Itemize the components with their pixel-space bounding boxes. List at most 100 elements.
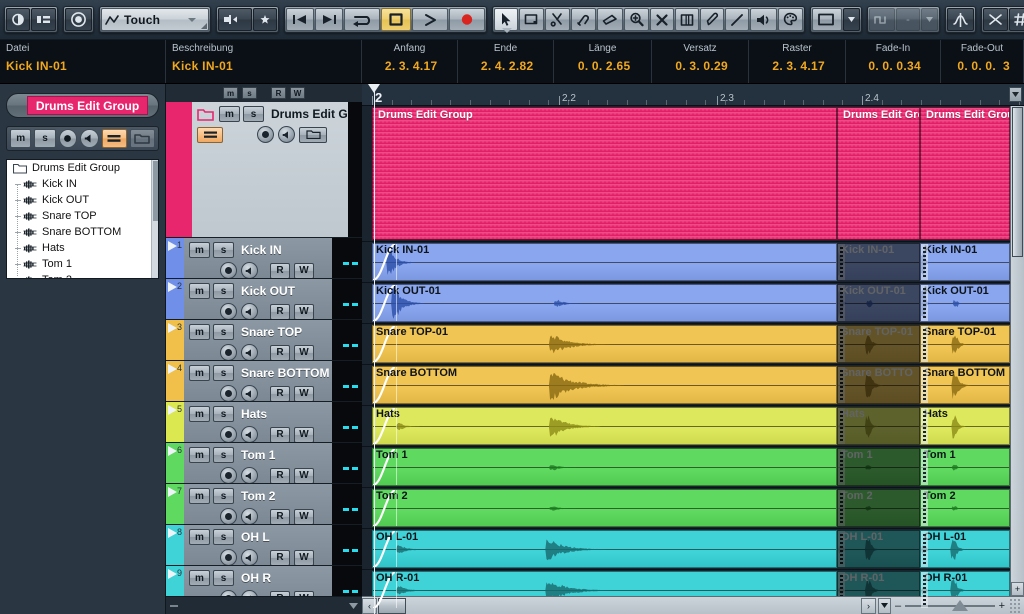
ruler-dropdown-button[interactable] — [1009, 87, 1022, 102]
track-open-folder-button[interactable] — [299, 126, 327, 143]
event-edit-handle[interactable] — [921, 326, 928, 362]
cycle-button[interactable] — [344, 8, 380, 31]
inspector-child-row[interactable]: Kick IN — [7, 176, 158, 192]
audio-event[interactable]: Tom 1 — [837, 448, 920, 486]
inspector-record-enable-button[interactable] — [58, 129, 78, 148]
line-tool[interactable] — [725, 8, 749, 31]
erase-tool[interactable] — [597, 8, 623, 31]
audio-event[interactable]: OH L-01 — [372, 530, 837, 568]
scroll-right-button[interactable]: › — [861, 597, 876, 614]
track-record-enable-button[interactable] — [220, 549, 237, 565]
cursor-head-icon[interactable] — [368, 84, 380, 93]
event-edit-handle[interactable] — [838, 531, 845, 567]
track-lane[interactable]: Snare TOP-01 Snare TOP-01 Snare TOP-01 — [362, 324, 1024, 365]
info-field-laenge[interactable]: Länge 0. 0. 2. 65 — [554, 40, 652, 83]
track-record-enable-button[interactable] — [220, 344, 237, 360]
track-write-automation-button[interactable]: W — [294, 344, 314, 360]
draw-tool[interactable] — [700, 8, 724, 31]
event-edit-handle[interactable] — [838, 244, 845, 280]
inspector-edit-channel-button[interactable] — [101, 129, 127, 148]
global-solo-button[interactable]: s — [242, 87, 257, 99]
track-solo-button[interactable]: s — [213, 365, 234, 381]
zoom-slider[interactable] — [905, 599, 995, 611]
event-edit-handle[interactable] — [921, 572, 928, 608]
track-mute-button[interactable]: m — [189, 242, 210, 258]
nudge-left-button[interactable] — [218, 8, 252, 31]
vertical-scrollbar[interactable]: + — [1010, 106, 1024, 596]
track-read-automation-button[interactable]: R — [270, 344, 290, 360]
play-button[interactable] — [412, 8, 448, 31]
inspector-solo-button[interactable]: s — [34, 129, 56, 148]
track-mute-button[interactable]: m — [189, 488, 210, 504]
track-monitor-button[interactable] — [241, 549, 258, 565]
info-value-fade-out[interactable]: 0. 0. 0. 3 — [954, 59, 1010, 74]
track-expand-arrow-icon[interactable] — [168, 323, 177, 333]
track-color-strip[interactable]: 3 — [166, 320, 184, 360]
folder-part[interactable]: Drums Edit Grou — [920, 107, 1010, 240]
track-monitor-button[interactable] — [241, 303, 258, 319]
snap-toggle-button[interactable] — [947, 8, 974, 31]
info-field-datei[interactable]: Datei Kick IN-01 — [0, 40, 166, 83]
info-field-fade-in[interactable]: Fade-In 0. 0. 0. 34 — [846, 40, 941, 83]
resize-grip-icon[interactable] — [1009, 597, 1022, 614]
track-color-strip[interactable]: 7 — [166, 484, 184, 524]
track-expand-arrow-icon[interactable] — [168, 364, 177, 374]
track-write-automation-button[interactable]: W — [294, 549, 314, 565]
resize-corner-icon[interactable] — [201, 23, 207, 29]
track-lane[interactable]: OH L-01 OH L-01 OH L-01 — [362, 529, 1024, 570]
global-write-button[interactable]: W — [290, 87, 305, 99]
track-header[interactable]: 2 m s Kick OUT R W — [166, 279, 362, 320]
track-read-automation-button[interactable]: R — [270, 385, 290, 401]
inspector-track-list[interactable]: Drums Edit Group Kick IN Kick OUT Snare TO… — [6, 159, 159, 279]
track-color-strip[interactable] — [166, 102, 192, 237]
track-read-automation-button[interactable]: R — [270, 508, 290, 524]
track-mute-button[interactable]: m — [189, 365, 210, 381]
event-edit-handle[interactable] — [921, 490, 928, 526]
track-solo-button[interactable]: s — [213, 488, 234, 504]
inspector-open-folder-button[interactable] — [129, 129, 155, 148]
event-edit-handle[interactable] — [921, 244, 928, 280]
track-write-automation-button[interactable]: W — [294, 508, 314, 524]
track-record-enable-button[interactable] — [220, 385, 237, 401]
playback-cursor[interactable] — [368, 84, 380, 614]
audio-event[interactable]: Tom 1 — [920, 448, 1010, 486]
track-monitor-button[interactable] — [241, 262, 258, 278]
audio-event[interactable]: Kick OUT-01 — [837, 284, 920, 322]
audio-event[interactable]: Kick IN-01 — [372, 243, 837, 281]
audio-event[interactable]: Tom 2 — [920, 489, 1010, 527]
track-record-enable-button[interactable] — [220, 303, 237, 319]
audio-event[interactable]: Snare BOTTOM — [920, 366, 1010, 404]
track-expand-arrow-icon[interactable] — [168, 405, 177, 415]
inspector-child-row[interactable]: Tom 2 — [7, 272, 158, 278]
scroll-down-button[interactable]: + — [1011, 582, 1024, 596]
track-expand-arrow-icon[interactable] — [168, 446, 177, 456]
info-field-raster[interactable]: Raster 2. 3. 4. 17 — [749, 40, 846, 83]
goto-end-button[interactable] — [315, 8, 343, 31]
track-expand-arrow-icon[interactable] — [168, 241, 177, 251]
info-value-ende[interactable]: 2. 4. 2. 82 — [478, 59, 534, 74]
track-header[interactable]: 4 m s Snare BOTTOM R W — [166, 361, 362, 402]
record-button[interactable] — [449, 8, 485, 31]
info-field-ende[interactable]: Ende 2. 4. 2. 82 — [458, 40, 554, 83]
inspector-track-name-pill[interactable]: Drums Edit Group — [27, 96, 148, 115]
quantize-shape-button[interactable] — [869, 8, 895, 31]
audio-event[interactable]: Hats — [372, 407, 837, 445]
zoom-preset-dropdown[interactable] — [878, 597, 891, 614]
track-color-strip[interactable]: 6 — [166, 443, 184, 483]
track-color-strip[interactable]: 4 — [166, 361, 184, 401]
event-edit-handle[interactable] — [921, 285, 928, 321]
info-field-fade-out[interactable]: Fade-Out 0. 0. 0. 3 — [941, 40, 1024, 83]
part-color-button[interactable] — [812, 8, 842, 31]
track-solo-button[interactable]: s — [213, 447, 234, 463]
track-color-strip[interactable]: 1 — [166, 238, 184, 278]
audio-event[interactable]: Snare BOTTO — [837, 366, 920, 404]
show-overview-button[interactable] — [31, 8, 56, 31]
nudge-right-button[interactable] — [253, 8, 277, 31]
inspector-child-row[interactable]: Hats — [7, 240, 158, 256]
track-write-automation-button[interactable]: W — [294, 426, 314, 442]
inspector-list-scrollbar[interactable] — [151, 160, 158, 278]
mute-tool[interactable] — [650, 8, 674, 31]
track-solo-button[interactable]: s — [213, 406, 234, 422]
track-lane[interactable]: Kick OUT-01 Kick OUT-01 Kick OUT-01 — [362, 283, 1024, 324]
automation-mode-select[interactable]: Touch — [101, 8, 209, 31]
